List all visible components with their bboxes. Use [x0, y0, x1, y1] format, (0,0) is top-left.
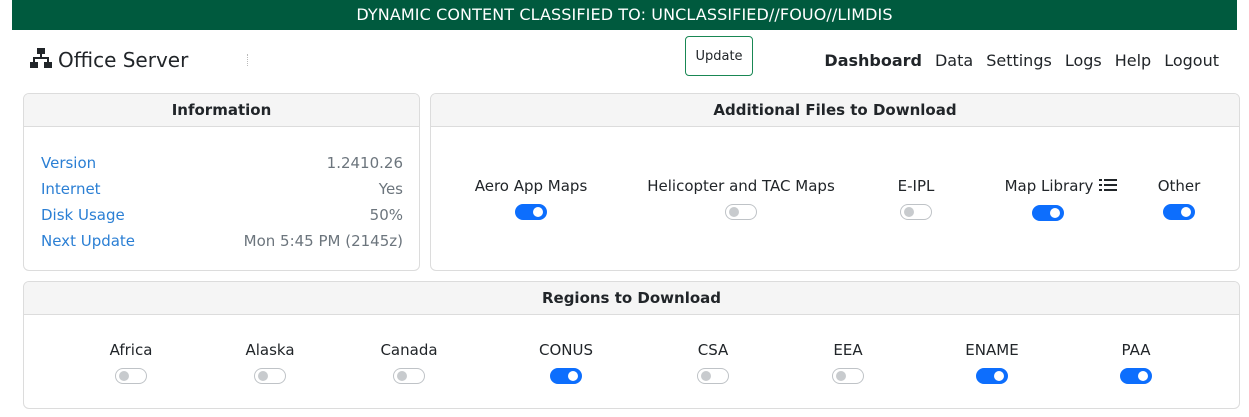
conus-toggle[interactable] [550, 368, 582, 384]
information-title: Information [24, 94, 419, 127]
navbar: Office Server Update Dashboard Data Sett… [12, 30, 1237, 90]
alaska-toggle[interactable] [254, 368, 286, 384]
eea-toggle[interactable] [832, 368, 864, 384]
update-button[interactable]: Update [685, 36, 753, 76]
info-label[interactable]: Version [41, 150, 96, 176]
regions-title: Regions to Download [24, 282, 1239, 315]
aero-app-maps-toggle[interactable] [515, 204, 547, 220]
toggle-label: PAA [1121, 341, 1151, 359]
info-row-next-update: Next Update Mon 5:45 PM (2145z) [41, 228, 403, 254]
toggle-label: Map Library [1004, 177, 1094, 195]
toggle-label-row: Map Library [986, 176, 1136, 197]
toggle-label: Canada [380, 341, 438, 359]
paa-toggle[interactable] [1120, 368, 1152, 384]
info-label[interactable]: Internet [41, 176, 101, 202]
nav-settings[interactable]: Settings [986, 51, 1052, 70]
toggle-label: Helicopter and TAC Maps [647, 177, 835, 195]
nav-help[interactable]: Help [1115, 51, 1151, 70]
toggle-label: Aero App Maps [474, 177, 588, 195]
africa-toggle[interactable] [115, 368, 147, 384]
file-option-map-library: Map Library [986, 176, 1136, 225]
nav-data[interactable]: Data [935, 51, 973, 70]
map-library-toggle[interactable] [1032, 204, 1064, 221]
nav-logs[interactable]: Logs [1065, 51, 1102, 70]
ename-toggle[interactable] [976, 368, 1008, 384]
csa-toggle[interactable] [697, 368, 729, 384]
other-toggle[interactable] [1163, 204, 1195, 220]
brand[interactable]: Office Server [30, 46, 188, 74]
file-option-other: Other [1149, 176, 1209, 224]
region-alaska: Alaska [230, 340, 310, 388]
divider [247, 54, 249, 66]
toggle-label: Africa [109, 341, 153, 359]
information-card: Information Version 1.2410.26 Internet Y… [23, 93, 420, 271]
info-value: Yes [378, 180, 403, 198]
info-label[interactable]: Next Update [41, 228, 135, 254]
region-canada: Canada [369, 340, 449, 388]
toggle-label: Alaska [245, 341, 295, 359]
info-value: 50% [369, 206, 403, 224]
file-option-aero-app-maps: Aero App Maps [471, 176, 591, 224]
list-icon[interactable] [1099, 177, 1118, 197]
toggle-label: Other [1157, 177, 1201, 195]
info-row-disk-usage: Disk Usage 50% [41, 202, 403, 228]
additional-files-card: Additional Files to Download Aero App Ma… [430, 93, 1240, 271]
e-ipl-toggle[interactable] [900, 204, 932, 220]
toggle-label: ENAME [965, 341, 1019, 359]
toggle-label: CONUS [538, 341, 593, 359]
file-option-helicopter-tac-maps: Helicopter and TAC Maps [641, 176, 841, 224]
helicopter-tac-maps-toggle[interactable] [725, 204, 757, 220]
network-icon [30, 47, 58, 74]
info-value: 1.2410.26 [326, 154, 403, 172]
region-eea: EEA [808, 340, 888, 388]
info-value: Mon 5:45 PM (2145z) [243, 232, 403, 250]
region-paa: PAA [1096, 340, 1176, 388]
nav-links: Dashboard Data Settings Logs Help Logout [824, 46, 1219, 74]
regions-card: Regions to Download Africa Alaska Canada… [23, 281, 1240, 409]
info-label[interactable]: Disk Usage [41, 202, 125, 228]
region-conus: CONUS [526, 340, 606, 388]
toggle-label: E-IPL [897, 177, 935, 195]
additional-files-title: Additional Files to Download [431, 94, 1239, 127]
info-row-internet: Internet Yes [41, 176, 403, 202]
classification-banner: DYNAMIC CONTENT CLASSIFIED TO: UNCLASSIF… [12, 0, 1237, 30]
canada-toggle[interactable] [393, 368, 425, 384]
file-option-e-ipl: E-IPL [886, 176, 946, 224]
info-row-version: Version 1.2410.26 [41, 150, 403, 176]
brand-name: Office Server [58, 48, 189, 72]
toggle-label: CSA [697, 341, 729, 359]
region-ename: ENAME [952, 340, 1032, 388]
information-list: Version 1.2410.26 Internet Yes Disk Usag… [41, 150, 403, 254]
nav-logout[interactable]: Logout [1164, 51, 1219, 70]
region-africa: Africa [91, 340, 171, 388]
nav-dashboard[interactable]: Dashboard [824, 51, 922, 70]
toggle-label: EEA [833, 341, 863, 359]
region-csa: CSA [673, 340, 753, 388]
